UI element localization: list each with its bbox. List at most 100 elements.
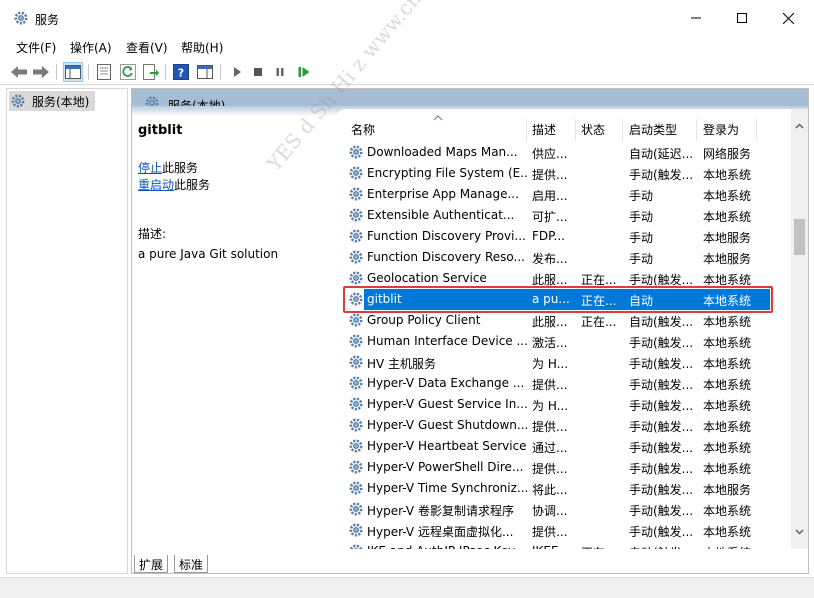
svg-text:?: ? (178, 67, 184, 80)
properties-button[interactable] (94, 62, 114, 82)
row-description: 提供... (532, 462, 568, 476)
row-name: Human Interface Device ... (367, 334, 527, 348)
close-button[interactable] (765, 0, 811, 36)
row-startup-type: 手动(触发... (629, 336, 694, 350)
tab-standard[interactable]: 标准 (174, 555, 209, 573)
row-logon-as: 本地服务 (703, 252, 752, 266)
chevron-up-icon[interactable] (795, 123, 804, 129)
help-button[interactable]: ? (171, 62, 191, 82)
table-row[interactable]: Hyper-V Data Exchange ... 提供... 手动(触发... 本地… (336, 373, 788, 394)
stop-service-link[interactable]: 停止 (138, 161, 162, 175)
table-row[interactable]: Human Interface Device ... 激活... 手动(触发... 本… (336, 331, 788, 352)
service-gear-icon (349, 208, 363, 222)
tab-extended[interactable]: 扩展 (134, 555, 169, 573)
row-name: Hyper-V Data Exchange ... (367, 376, 525, 390)
menu-bar: 文件(F) 操作(A) 查看(V) 帮助(H) (0, 36, 814, 58)
gear-icon (14, 11, 28, 25)
console-tree-icon (65, 65, 81, 79)
help-icon: ? (173, 64, 189, 80)
column-header-startup-type[interactable]: 启动类型 (629, 121, 677, 139)
table-row[interactable]: Function Discovery Provi... FDP... 手动 本地服务 (336, 226, 788, 247)
row-name: Group Policy Client (367, 313, 481, 327)
service-gear-icon (349, 439, 363, 453)
refresh-button[interactable] (118, 62, 138, 82)
table-row[interactable]: Downloaded Maps Man... 供应... 自动(延迟... 网络服务 (336, 142, 788, 163)
export-icon (143, 64, 159, 80)
column-header-name[interactable]: 名称 (351, 121, 375, 139)
arrow-left-icon (11, 66, 27, 78)
action-pane-button[interactable] (195, 62, 215, 82)
row-description: 发布... (532, 252, 568, 266)
row-name: IKE and AuthIP IPsec Key... (367, 544, 527, 549)
row-name: Hyper-V Guest Shutdown... (367, 418, 527, 432)
vertical-scrollbar[interactable] (791, 109, 808, 549)
minimize-button[interactable] (673, 0, 719, 36)
table-row[interactable]: Hyper-V 卷影复制请求程序 协调... 手动(触发... 本地系统 (336, 499, 788, 520)
row-description: IKEE... (532, 544, 572, 549)
row-description: 此服... (532, 315, 568, 329)
restart-service-button[interactable] (294, 62, 314, 82)
row-name: HV 主机服务 (367, 357, 437, 371)
table-row[interactable]: Hyper-V 远程桌面虚拟化... 提供... 手动(触发... 本地系统 (336, 520, 788, 541)
service-gear-icon (349, 397, 363, 411)
row-logon-as: 本地系统 (703, 378, 752, 392)
row-logon-as: 本地系统 (703, 504, 752, 518)
export-list-button[interactable] (141, 62, 161, 82)
row-name: Hyper-V PowerShell Dire... (367, 460, 524, 474)
row-description: 提供... (532, 378, 568, 392)
chevron-down-icon[interactable] (795, 529, 804, 535)
tree-item-services-local[interactable]: 服务(本地) (9, 91, 95, 111)
stop-service-button[interactable] (248, 62, 268, 82)
back-button[interactable] (9, 62, 29, 82)
table-row[interactable]: gitblit a pu... 正在... 自动 本地系统 (336, 286, 788, 313)
table-row[interactable]: Function Discovery Reso... 发布... 手动 本地服务 (336, 247, 788, 268)
table-row[interactable]: Enterprise App Manage... 启用... 手动 本地系统 (336, 184, 788, 205)
service-detail: gitblit 停止此服务 重启动此服务 描述: a pure Java Git… (138, 123, 334, 261)
table-row[interactable]: HV 主机服务 为 H... 手动(触发... 本地系统 (336, 352, 788, 373)
scrollbar-thumb[interactable] (794, 219, 805, 255)
table-row[interactable]: Hyper-V PowerShell Dire... 提供... 手动(触发... 本… (336, 457, 788, 478)
restart-service-link[interactable]: 重启动 (138, 178, 174, 192)
row-name: Extensible Authenticat... (367, 208, 515, 222)
maximize-button[interactable] (719, 0, 765, 36)
table-row[interactable]: Extensible Authenticat... 可扩... 手动 本地系统 (336, 205, 788, 226)
table-row[interactable]: Hyper-V Guest Service In... 为 H... 手动(触发..… (336, 394, 788, 415)
menu-action[interactable]: 操作(A) (70, 39, 112, 56)
row-startup-type: 手动(触发... (629, 441, 694, 455)
row-startup-type: 手动 (629, 210, 654, 224)
service-gear-icon (349, 334, 363, 348)
menu-view[interactable]: 查看(V) (126, 39, 168, 56)
row-name: Hyper-V Guest Service In... (367, 397, 527, 411)
toolbar: ? (0, 59, 814, 85)
pause-service-button[interactable] (270, 62, 290, 82)
row-startup-type: 自动(触发... (629, 544, 699, 549)
row-startup-type: 手动(触发... (629, 462, 694, 476)
highlight-box (343, 286, 773, 313)
status-bar (0, 577, 814, 598)
show-tree-button[interactable] (63, 62, 83, 82)
row-description: 提供... (532, 420, 568, 434)
row-logon-as: 本地系统 (703, 189, 752, 203)
table-row[interactable]: Encrypting File System (E... 提供... 手动(触发..… (336, 163, 788, 184)
column-header-status[interactable]: 状态 (581, 121, 605, 139)
start-service-button[interactable] (227, 62, 247, 82)
row-description: 为 H... (532, 357, 569, 371)
services-pane: 服务(本地) gitblit 停止此服务 重启动此服务 描述: a pure J… (131, 88, 809, 574)
row-startup-type: 手动 (629, 252, 654, 266)
row-startup-type: 手动(触发... (629, 168, 694, 182)
row-name: Hyper-V 卷影复制请求程序 (367, 504, 514, 518)
service-gear-icon (349, 523, 363, 537)
column-header-description[interactable]: 描述 (532, 121, 556, 139)
table-row[interactable]: Group Policy Client 此服... 正在... 自动(触发... 本地系… (336, 310, 788, 331)
menu-file[interactable]: 文件(F) (16, 39, 56, 56)
row-logon-as: 本地系统 (703, 525, 752, 539)
table-row[interactable]: IKE and AuthIP IPsec Key... IKEE... 正在... 自… (336, 541, 788, 549)
menu-help[interactable]: 帮助(H) (181, 39, 223, 56)
forward-button[interactable] (31, 62, 51, 82)
sort-ascending-icon (433, 115, 443, 121)
table-row[interactable]: Hyper-V Time Synchroniz... 将此... 手动(触发... 本… (336, 478, 788, 499)
table-row[interactable]: Hyper-V Guest Shutdown... 提供... 手动(触发... 本地… (336, 415, 788, 436)
row-startup-type: 自动(触发... (629, 315, 694, 329)
table-row[interactable]: Hyper-V Heartbeat Service 通过... 手动(触发... 本地… (336, 436, 788, 457)
column-header-logon-as[interactable]: 登录为 (703, 121, 739, 139)
